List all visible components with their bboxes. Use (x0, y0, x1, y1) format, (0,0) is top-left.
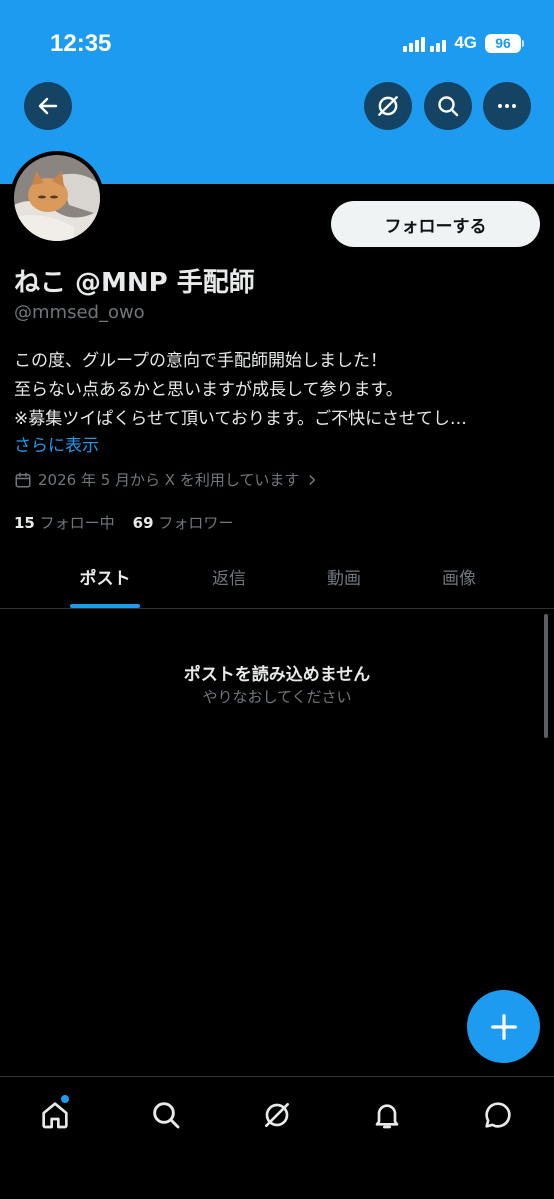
avatar[interactable] (10, 151, 104, 245)
notifications-icon (375, 1104, 399, 1129)
joined-text: 2026 年 5 月から X を利用しています (38, 471, 300, 489)
user-handle: @mmsed_owo (14, 302, 145, 323)
tab-images[interactable]: 画像 (409, 564, 509, 589)
calendar-icon (15, 472, 31, 487)
follow-stats: 15 フォロー中 69 フォロワー (14, 512, 233, 533)
status-bar: 12:35 4G 96 (0, 0, 554, 80)
empty-state-subtitle: やりなおしてください (202, 688, 352, 706)
nav-messages[interactable] (478, 1095, 518, 1135)
bio-line: ※募集ツイぱくらせて頂いております。ご不快にさせてし… (14, 409, 467, 429)
followers-label: フォロワー (158, 514, 234, 532)
bio-line: 至らない点あるかと思いますが成長して参ります。 (14, 380, 403, 400)
following-label: フォロー中 (39, 514, 115, 532)
nav-grok[interactable] (257, 1095, 297, 1135)
tab-posts[interactable]: ポスト (55, 564, 155, 589)
back-arrow-icon (38, 97, 58, 115)
search-icon (153, 1102, 180, 1129)
tab-replies[interactable]: 返信 (179, 564, 279, 589)
compose-button[interactable] (467, 990, 540, 1063)
status-time: 12:35 (50, 30, 112, 57)
follow-button[interactable]: フォローする (331, 201, 540, 247)
followers-count: 69 (132, 514, 154, 532)
network-type: 4G (454, 33, 477, 52)
joined-date-row[interactable]: 2026 年 5 月から X を利用しています (14, 469, 319, 490)
avatar-image (14, 155, 100, 241)
tab-videos[interactable]: 動画 (294, 564, 394, 589)
back-button[interactable] (24, 82, 72, 130)
profile-tabs: ポスト 返信 動画 画像 (0, 552, 554, 609)
more-button[interactable] (483, 82, 531, 130)
display-name: ねこ @MNP 手配師 (14, 268, 255, 298)
active-tab-indicator (70, 604, 140, 608)
followers-stat[interactable]: 69 フォロワー (133, 512, 234, 533)
plus-icon (490, 1013, 517, 1040)
chevron-right-icon (309, 474, 316, 485)
following-count: 15 (14, 514, 35, 532)
search-button[interactable] (424, 82, 472, 130)
show-more-link[interactable]: さらに表示 (14, 431, 99, 456)
messages-icon (485, 1102, 511, 1128)
bottom-nav (0, 1076, 554, 1199)
nav-notifications[interactable] (367, 1095, 407, 1135)
home-icon (42, 1102, 68, 1129)
nav-search[interactable] (146, 1095, 186, 1135)
grok-icon (378, 96, 398, 116)
notification-dot (61, 1095, 69, 1103)
bio-line: この度、グループの意向で手配師開始しました！ (14, 351, 387, 371)
grok-icon (265, 1103, 289, 1127)
following-stat[interactable]: 15 フォロー中 (14, 512, 115, 533)
profile-bio: この度、グループの意向で手配師開始しました！ 至らない点あるかと思いますが成長し… (14, 347, 539, 434)
battery-level: 96 (485, 33, 521, 53)
empty-state-title: ポストを読み込めません (183, 665, 371, 685)
signal-icon (403, 34, 447, 52)
search-icon (438, 96, 459, 117)
battery-icon: 96 (485, 33, 524, 53)
more-icon (498, 104, 516, 108)
nav-home[interactable] (35, 1095, 75, 1135)
grok-button[interactable] (364, 82, 412, 130)
status-indicators: 4G 96 (403, 33, 524, 53)
